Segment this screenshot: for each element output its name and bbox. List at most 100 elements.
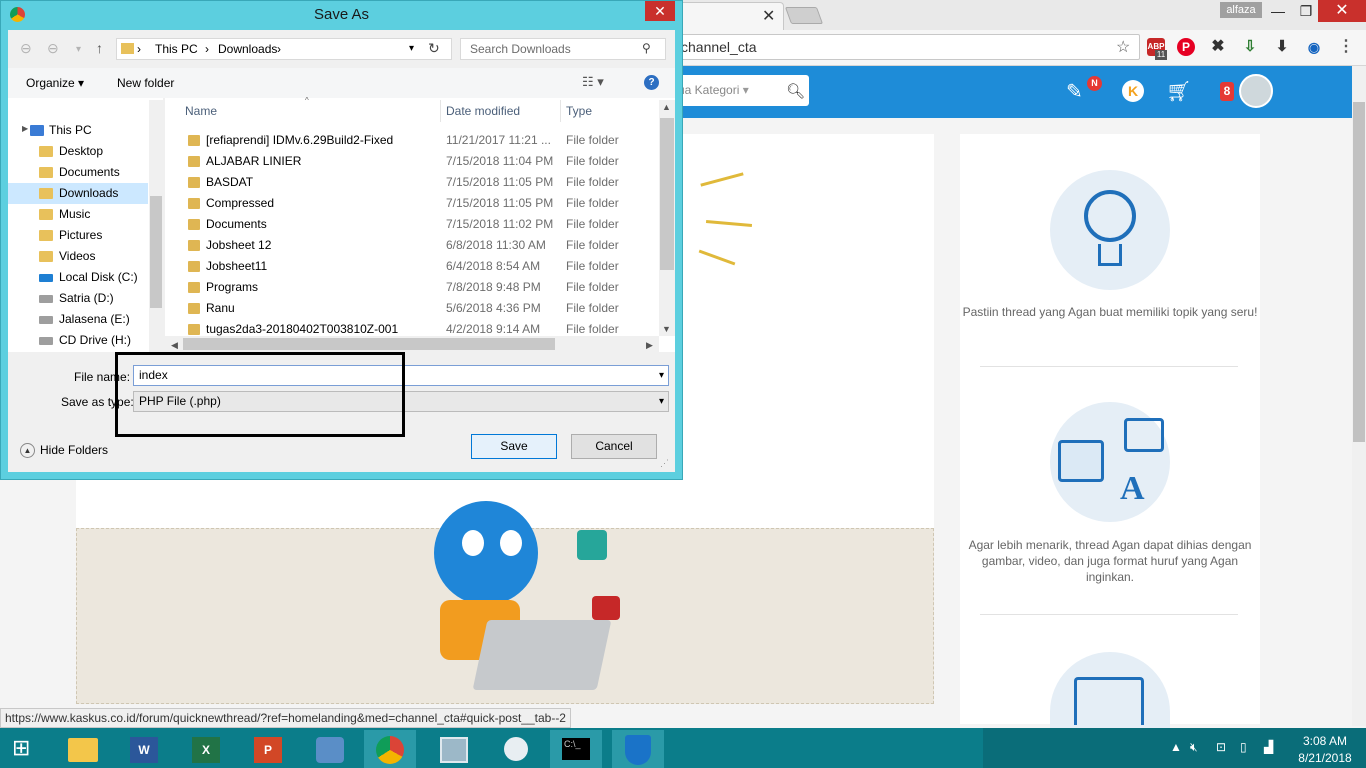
column-name[interactable]: Name [185,104,217,118]
view-options-icon[interactable]: ☷ ▾ [582,74,604,90]
help-icon[interactable]: ? [644,75,659,90]
file-explorer-icon[interactable] [56,730,108,768]
video-shape [1124,418,1164,452]
refresh-icon[interactable]: ↻ [428,40,440,57]
x-extension-icon[interactable]: ✖ [1209,38,1227,56]
battery-icon[interactable]: ▯ [1240,740,1247,754]
nav-item-downloads[interactable]: Downloads [8,183,148,204]
scroll-up-icon[interactable]: ▲ [662,102,671,112]
up-icon[interactable]: ↑ [96,40,103,56]
performance-monitor-icon[interactable] [428,730,480,768]
address-dropdown-icon[interactable]: ▾ [409,39,414,59]
sort-ascending-icon: ^ [305,96,309,105]
file-name: Jobsheet11 [206,259,268,273]
file-row[interactable]: ALJABAR LINIER 7/15/2018 11:04 PM File fol… [180,151,658,172]
globe-extension-icon[interactable]: ◉ [1305,38,1323,56]
chrome-icon[interactable] [364,730,416,768]
nav-item-icon [39,167,53,178]
recent-locations-icon[interactable]: ▾ [76,44,81,55]
file-row[interactable]: [refiaprendi] IDMv.6.29Build2-Fixed 11/21… [180,130,658,151]
nav-item-satria-d[interactable]: Satria (D:) [8,288,148,309]
back-icon[interactable]: ⊖ [20,40,32,57]
page-scrollbar-thumb[interactable] [1353,102,1365,442]
new-tab-button[interactable] [784,7,824,24]
download-arrow-icon[interactable]: ⇩ [1241,38,1259,56]
file-type: File folder [566,259,619,273]
wifi-icon[interactable]: ▟ [1264,740,1273,754]
nav-scrollbar-thumb[interactable] [150,196,162,308]
network-icon[interactable]: ⊡ [1216,740,1226,754]
excel-icon[interactable]: X [180,730,232,768]
hide-folders-button[interactable]: Hide Folders [40,443,108,457]
profile-button[interactable]: alfaza [1220,2,1262,18]
avatar[interactable] [1239,74,1273,108]
save-as-type-dropdown-icon[interactable]: ▾ [659,392,664,411]
create-thread-icon[interactable]: ✎ [1066,79,1083,104]
search-icon[interactable]: 🔍︎ [786,82,805,100]
breadcrumb-downloads[interactable]: Downloads [218,39,277,59]
clock[interactable]: 3:08 AM 8/21/2018 [1290,733,1360,767]
scroll-right-icon[interactable]: ▶ [646,340,653,351]
forward-icon[interactable]: ⊖ [47,40,59,57]
command-prompt-icon[interactable]: C:\_ [550,730,602,768]
cancel-button[interactable]: Cancel [571,434,657,459]
dialog-close-icon[interactable]: ✕ [645,1,675,21]
file-row[interactable]: BASDAT 7/15/2018 11:05 PM File folder [180,172,658,193]
file-row[interactable]: Compressed 7/15/2018 11:05 PM File folder [180,193,658,214]
hide-folders-icon[interactable]: ▲ [20,443,35,458]
nav-item-local-disk-c[interactable]: Local Disk (C:) [8,267,148,288]
bookmark-star-icon[interactable]: ☆ [1116,37,1130,57]
volume-icon[interactable]: 🔇︎ [1190,740,1198,755]
nav-item-jalasena-e[interactable]: Jalasena (E:) [8,309,148,330]
tab-close-icon[interactable]: ✕ [762,6,775,26]
file-row[interactable]: Ranu 5/6/2018 4:36 PM File folder [180,298,658,319]
address-bar[interactable]: channel_cta [676,34,1140,60]
powerpoint-icon[interactable]: P [242,730,294,768]
download-icon[interactable]: ⬇ [1273,38,1291,56]
file-row[interactable]: Documents 7/15/2018 11:02 PM File folder [180,214,658,235]
mascot-head [434,501,538,605]
windows-defender-icon[interactable] [612,730,664,768]
nav-item-cd-drive-h[interactable]: CD Drive (H:) [8,330,148,351]
nav-item-music[interactable]: Music [8,204,148,225]
file-name-dropdown-icon[interactable]: ▾ [659,366,664,385]
file-type: File folder [566,301,619,315]
folder-icon [188,240,200,251]
file-row[interactable]: Jobsheet11 6/4/2018 8:54 AM File folder [180,256,658,277]
nav-item-this-pc[interactable]: This PC [8,120,148,141]
search-input[interactable]: Search Downloads [460,38,666,60]
organize-button[interactable]: Organize ▾ [26,76,84,90]
save-button[interactable]: Save [471,434,557,459]
nav-item-videos[interactable]: Videos [8,246,148,267]
expand-this-pc-icon[interactable]: ▶ [22,124,28,133]
address-breadcrumb[interactable]: › This PC › Downloads › ▾ [116,38,452,60]
new-folder-button[interactable]: New folder [117,76,174,90]
nav-item-icon [39,188,53,199]
nav-item-desktop[interactable]: Desktop [8,141,148,162]
file-row[interactable]: Jobsheet 12 6/8/2018 11:30 AM File folder [180,235,658,256]
column-type[interactable]: Type [566,104,592,118]
breadcrumb-this-pc[interactable]: This PC [155,39,198,59]
pinterest-icon[interactable]: P [1177,38,1195,56]
resize-grip-icon[interactable]: ⋰ [660,458,669,469]
cart-icon[interactable]: 🛒︎ [1166,79,1191,104]
file-row[interactable]: Programs 7/8/2018 9:48 PM File folder [180,277,658,298]
file-vertical-scrollbar-thumb[interactable] [660,118,674,270]
start-icon[interactable]: ⊞ [12,736,38,760]
scroll-down-icon[interactable]: ▼ [662,324,671,334]
scroll-left-icon[interactable]: ◀ [171,340,178,351]
window-close-icon[interactable]: ✕ [1318,0,1366,22]
virtualbox-icon[interactable] [304,730,356,768]
chat-icon[interactable]: K [1122,80,1144,102]
column-date-modified[interactable]: Date modified [446,104,520,118]
chrome-menu-icon[interactable]: ⋮ [1337,38,1355,56]
file-horizontal-scrollbar-thumb[interactable] [183,338,555,350]
file-name: ALJABAR LINIER [206,154,302,168]
status-bar: https://www.kaskus.co.id/forum/quicknewt… [0,708,571,728]
nav-item-documents[interactable]: Documents [8,162,148,183]
show-hidden-icons[interactable]: ▲ [1170,740,1182,754]
nav-item-pictures[interactable]: Pictures [8,225,148,246]
clock-time: 3:08 AM [1302,734,1348,748]
snipping-tool-icon[interactable] [490,730,542,768]
word-icon[interactable]: W [118,730,170,768]
